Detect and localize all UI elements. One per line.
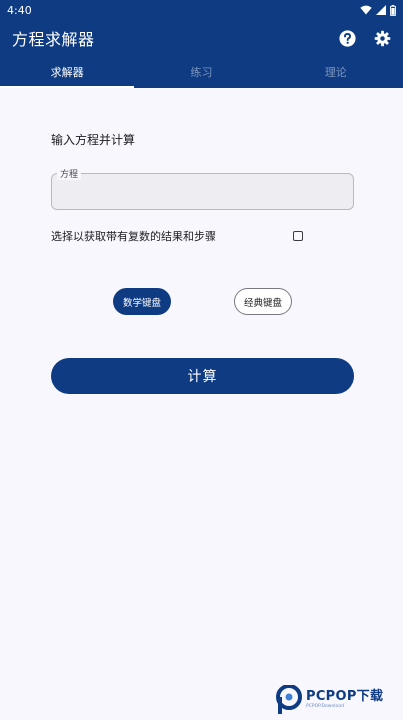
complex-checkbox[interactable] — [293, 231, 303, 241]
tab-theory[interactable]: 理论 — [269, 56, 403, 88]
app-title: 方程求解器 — [12, 30, 95, 49]
tab-practice[interactable]: 练习 — [134, 56, 268, 88]
equation-input[interactable] — [60, 182, 345, 203]
section-heading: 输入方程并计算 — [51, 133, 136, 147]
signal-icon — [376, 5, 386, 15]
watermark-subtitle: PCPOP.Download — [306, 703, 344, 709]
calculate-button[interactable]: 计算 — [51, 358, 354, 394]
status-time: 4:40 — [7, 3, 32, 17]
wifi-icon — [360, 5, 372, 15]
equation-label: 方程 — [57, 167, 82, 180]
battery-icon — [390, 4, 396, 16]
watermark: PCPOP下载 PCPOP.Download — [276, 683, 400, 716]
settings-icon[interactable] — [374, 30, 391, 47]
status-bar: 4:40 — [0, 0, 403, 20]
help-icon[interactable] — [339, 29, 356, 47]
tab-bar: 求解器 练习 理论 — [0, 56, 403, 88]
watermark-title: PCPOP下载 — [306, 688, 384, 704]
status-icons — [360, 4, 396, 16]
complex-option-label: 选择以获取带有复数的结果和步骤 — [51, 230, 216, 243]
math-keyboard-button[interactable]: 数学键盘 — [113, 288, 171, 315]
classic-keyboard-button[interactable]: 经典键盘 — [234, 288, 292, 315]
complex-option-row: 选择以获取带有复数的结果和步骤 — [51, 227, 303, 245]
app-bar: 方程求解器 — [0, 20, 403, 56]
pcpop-logo-icon — [276, 684, 302, 714]
equation-field[interactable]: 方程 — [51, 167, 354, 210]
tab-solver[interactable]: 求解器 — [0, 56, 135, 88]
